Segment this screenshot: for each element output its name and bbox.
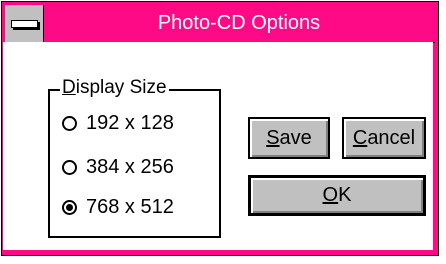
radio-768x512[interactable]: 768 x 512 xyxy=(62,195,174,219)
display-size-groupbox: Display Size 192 x 128 384 x 256 768 x 5… xyxy=(48,77,221,238)
display-size-label-rest: isplay Size xyxy=(75,77,167,98)
radio-192x128[interactable]: 192 x 128 xyxy=(62,111,174,135)
cancel-mnemonic: C xyxy=(352,126,368,149)
ok-button[interactable]: OK xyxy=(248,175,426,216)
display-size-label: Display Size xyxy=(60,77,169,99)
save-mnemonic: S xyxy=(266,126,280,149)
display-size-mnemonic: D xyxy=(62,77,76,98)
ok-mnemonic: O xyxy=(322,184,339,206)
cancel-button[interactable]: Cancel xyxy=(342,117,426,159)
ok-label-rest: K xyxy=(338,184,352,206)
radio-384x256[interactable]: 384 x 256 xyxy=(62,155,174,179)
title-bar[interactable]: Photo-CD Options xyxy=(5,5,435,43)
radio-button-icon xyxy=(62,159,77,175)
radio-button-selected-icon xyxy=(62,199,77,215)
save-button[interactable]: Save xyxy=(248,117,330,159)
radio-label: 768 x 512 xyxy=(86,195,174,218)
dialog-client-area: Display Size 192 x 128 384 x 256 768 x 5… xyxy=(3,42,433,250)
radio-button-icon xyxy=(62,115,77,131)
system-menu-icon[interactable] xyxy=(5,5,44,42)
system-menu-bar xyxy=(11,20,38,28)
window-title: Photo-CD Options xyxy=(157,12,321,34)
radio-label: 384 x 256 xyxy=(86,155,174,178)
save-label-rest: ave xyxy=(279,126,312,149)
cancel-label-rest: ancel xyxy=(367,126,416,149)
radio-label: 192 x 128 xyxy=(86,111,174,134)
